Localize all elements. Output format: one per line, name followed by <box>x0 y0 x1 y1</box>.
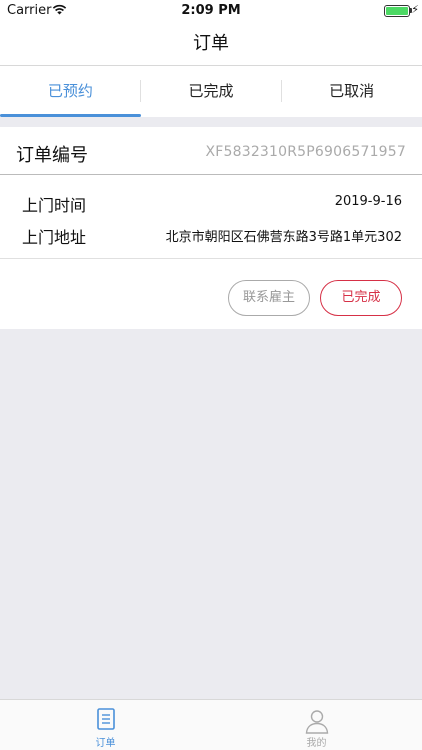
visit-address-row: 上门地址 北京市朝阳区石佛营东路3号路1单元302 <box>0 216 422 248</box>
tab-divider <box>140 80 141 102</box>
bottom-tab-bar: 订单 我的 <box>0 699 422 750</box>
visit-time-row: 上门时间 2019-9-16 <box>0 184 422 216</box>
order-number-value: XF5832310R5P6906571957 <box>205 144 406 160</box>
active-tab-indicator <box>0 114 141 117</box>
tabbar-profile[interactable]: 我的 <box>211 700 422 750</box>
order-status-tabs: 已预约 已完成 已取消 <box>0 66 422 117</box>
visit-time-value: 2019-9-16 <box>334 194 402 209</box>
document-icon <box>96 708 116 734</box>
order-number-row: 订单编号 XF5832310R5P6906571957 <box>0 127 422 175</box>
visit-address-value: 北京市朝阳区石佛营东路3号路1单元302 <box>165 230 402 245</box>
tab-cancelled[interactable]: 已取消 <box>281 66 422 117</box>
tab-label: 已取消 <box>329 82 375 100</box>
visit-time-label: 上门时间 <box>22 196 87 215</box>
charging-icon: ⚡ <box>411 3 419 16</box>
visit-address-label: 上门地址 <box>22 228 87 247</box>
nav-bar: 订单 <box>0 22 422 66</box>
battery-icon <box>384 5 410 17</box>
contact-employer-button[interactable]: 联系雇主 <box>228 280 310 316</box>
page-title: 订单 <box>193 33 229 54</box>
mark-done-button[interactable]: 已完成 <box>320 280 402 316</box>
tabbar-label: 订单 <box>95 738 116 749</box>
tab-divider <box>281 80 282 102</box>
order-card: 订单编号 XF5832310R5P6906571957 上门时间 2019-9-… <box>0 127 422 329</box>
tabbar-label: 我的 <box>306 738 327 749</box>
tab-label: 已完成 <box>188 82 234 100</box>
tab-booked[interactable]: 已预约 <box>0 66 141 117</box>
status-bar: Carrier 2:09 PM ⚡ <box>0 0 422 22</box>
tabbar-orders[interactable]: 订单 <box>0 700 211 750</box>
tab-label: 已预约 <box>47 82 93 100</box>
tab-completed[interactable]: 已完成 <box>141 66 282 117</box>
clock-time: 2:09 PM <box>181 3 241 18</box>
order-number-label: 订单编号 <box>16 145 88 166</box>
